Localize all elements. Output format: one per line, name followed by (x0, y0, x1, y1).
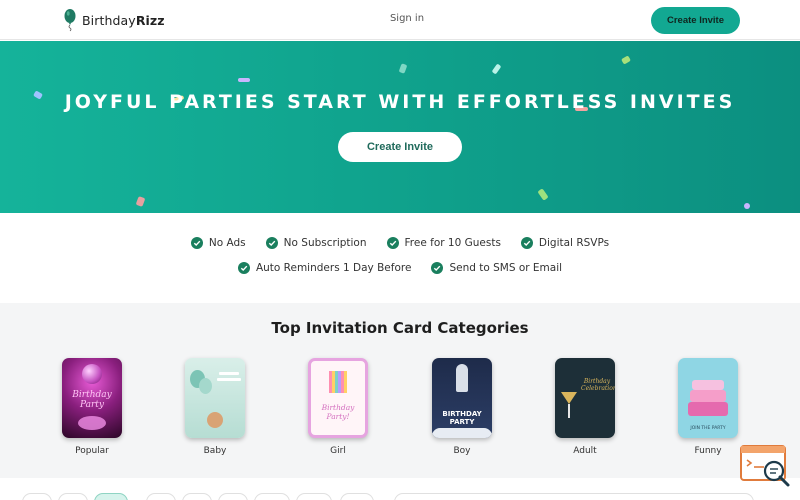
filter-pill[interactable] (218, 493, 248, 500)
category-card-text: Birthday Party! (321, 403, 355, 421)
category-label: Popular (75, 446, 109, 456)
bow-graphic (78, 416, 106, 430)
feature-item: No Subscription (265, 237, 367, 249)
feature-item: Free for 10 Guests (386, 237, 501, 249)
category-baby[interactable]: Baby (175, 358, 255, 456)
category-popular[interactable]: Birthday Party Popular (52, 358, 132, 456)
filter-pill-row (0, 478, 800, 500)
category-card-text: Birthday Celebration (581, 378, 615, 392)
bear-graphic (207, 412, 223, 428)
category-thumbnail: BIRTHDAY PARTY (432, 358, 492, 438)
category-label: Funny (694, 446, 722, 456)
feature-item: No Ads (190, 237, 246, 249)
text-placeholder (217, 378, 241, 381)
category-label: Baby (203, 446, 227, 456)
rocket-graphic (456, 364, 468, 392)
category-thumbnail: JOIN THE PARTY (678, 358, 738, 438)
filter-pill[interactable] (58, 493, 88, 500)
feature-row: No Ads No Subscription Free for 10 Guest… (0, 237, 800, 249)
categories-section: Top Invitation Card Categories Birthday … (0, 303, 800, 478)
cloud-graphic (432, 428, 492, 438)
category-card-text: JOIN THE PARTY (690, 426, 726, 431)
hero-title: JOYFUL PARTIES START WITH EFFORTLESS INV… (64, 91, 736, 113)
confetti-decoration (537, 188, 549, 201)
confetti-decoration (135, 196, 146, 207)
nav-create-invite-button[interactable]: Create Invite (651, 7, 740, 34)
disco-ball-graphic (82, 364, 102, 384)
feature-item: Digital RSVPs (520, 237, 609, 249)
category-label: Girl (330, 446, 346, 456)
categories-title: Top Invitation Card Categories (271, 319, 529, 337)
confetti-decoration (491, 63, 502, 75)
top-nav: BirthdayRizz Sign in Create Invite (0, 0, 800, 40)
feature-row: Auto Reminders 1 Day Before Send to SMS … (0, 262, 800, 274)
feature-list: No Ads No Subscription Free for 10 Guest… (0, 213, 800, 303)
confetti-decoration (744, 203, 750, 209)
feature-item: Auto Reminders 1 Day Before (237, 262, 411, 274)
filter-pill[interactable] (182, 493, 212, 500)
filter-pill[interactable] (340, 493, 374, 500)
balloon-graphic (199, 378, 212, 394)
category-adult[interactable]: Birthday Celebration Adult (545, 358, 625, 456)
hero-banner: JOYFUL PARTIES START WITH EFFORTLESS INV… (0, 41, 800, 213)
category-label: Adult (573, 446, 597, 456)
confetti-decoration (621, 55, 631, 65)
confetti-decoration (238, 78, 250, 82)
glass-graphic (561, 392, 577, 404)
check-circle-icon (520, 237, 533, 249)
category-funny[interactable]: JOIN THE PARTY Funny (668, 358, 748, 456)
check-circle-icon (190, 237, 203, 249)
balloon-icon (64, 9, 76, 32)
filter-pill[interactable] (22, 493, 52, 500)
page: BirthdayRizz Sign in Create Invite JOYFU… (0, 0, 800, 500)
cake-graphic (329, 371, 347, 393)
category-girl[interactable]: Birthday Party! Girl (298, 358, 378, 456)
hero-create-invite-button[interactable]: Create Invite (338, 132, 462, 162)
cake-graphic (692, 380, 724, 390)
check-circle-icon (265, 237, 278, 249)
feature-item: Send to SMS or Email (431, 262, 562, 274)
category-boy[interactable]: BIRTHDAY PARTY Boy (422, 358, 502, 456)
category-card-text: Birthday Party (72, 390, 112, 410)
search-document-icon[interactable] (738, 443, 792, 489)
category-label: Boy (453, 446, 471, 456)
glass-stem (568, 404, 570, 418)
filter-pill[interactable] (254, 493, 290, 500)
category-thumbnail: Birthday Party (62, 358, 122, 438)
check-circle-icon (431, 262, 444, 274)
category-card-text: BIRTHDAY PARTY (442, 410, 482, 426)
category-thumbnail: Birthday Party! (308, 358, 368, 438)
cake-graphic (690, 390, 726, 402)
cake-graphic (688, 402, 728, 416)
filter-pill[interactable] (146, 493, 176, 500)
brand-name: BirthdayRizz (82, 12, 165, 28)
check-circle-icon (386, 237, 399, 249)
text-placeholder (219, 372, 239, 375)
search-field[interactable] (394, 493, 754, 500)
check-circle-icon (237, 262, 250, 274)
confetti-decoration (398, 63, 408, 74)
category-thumbnail: Birthday Celebration (555, 358, 615, 438)
filter-pill[interactable] (296, 493, 332, 500)
filter-pill[interactable] (94, 493, 128, 500)
category-thumbnail (185, 358, 245, 438)
sign-in-link[interactable]: Sign in (380, 13, 434, 24)
brand-logo[interactable]: BirthdayRizz (62, 8, 165, 32)
